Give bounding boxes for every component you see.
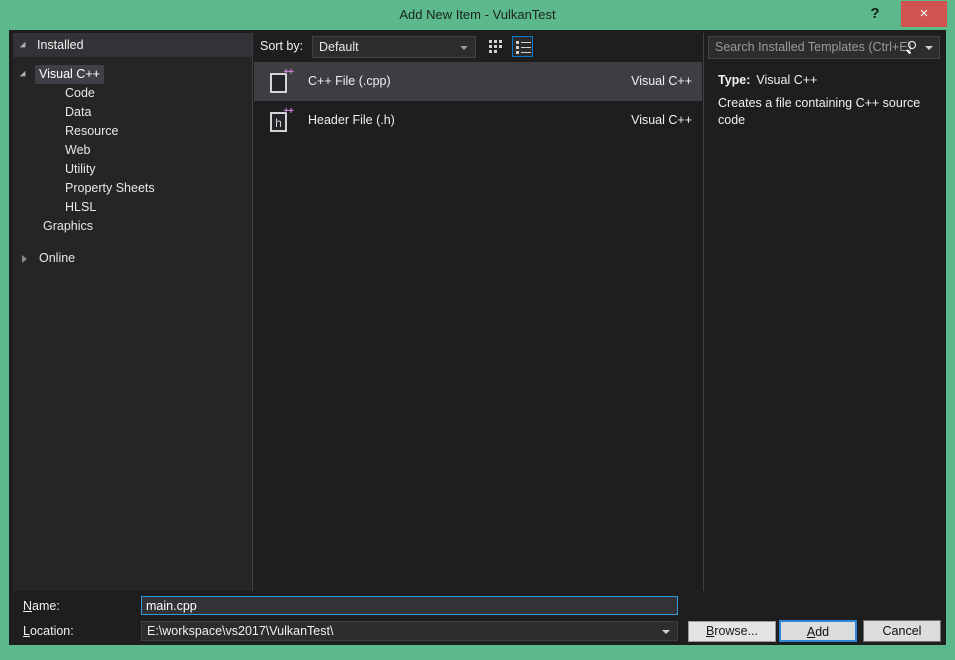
- medium-icons-view-button[interactable]: [486, 36, 507, 57]
- chevron-down-icon: [460, 46, 468, 50]
- location-label-mnemonic: L: [23, 624, 30, 638]
- tree-node-label: Graphics: [43, 219, 94, 233]
- browse-rest: rowse...: [714, 624, 759, 638]
- detail-type-value: Visual C++: [756, 73, 818, 87]
- window-title: Add New Item - VulkanTest: [399, 7, 556, 22]
- tree-node-label: Visual C++: [35, 65, 104, 84]
- expander-closed-icon: [22, 255, 27, 263]
- name-label-rest: ame:: [32, 599, 60, 613]
- tree-node-label: Web: [65, 143, 91, 157]
- tree-node-label: HLSL: [65, 200, 97, 214]
- add-button[interactable]: Add: [779, 620, 857, 642]
- chevron-down-icon: [662, 630, 670, 634]
- medium-icons-view-icon: [489, 40, 504, 53]
- detail-type-row: Type: Visual C++: [718, 73, 817, 87]
- detail-description: Creates a file containing C++ source cod…: [718, 96, 921, 127]
- sort-by-label: Sort by:: [260, 39, 304, 53]
- name-label-mnemonic: N: [23, 599, 33, 613]
- list-view-button[interactable]: [512, 36, 533, 57]
- tree-node-hlsl[interactable]: HLSL: [13, 198, 252, 217]
- template-item-origin: Visual C++: [631, 74, 692, 88]
- expander-open-icon: [19, 70, 29, 80]
- browse-button[interactable]: Browse...: [688, 621, 776, 642]
- tree-header-label: Installed: [37, 38, 84, 52]
- template-list[interactable]: ++ C++ File (.cpp) Visual C++ h ++ Heade…: [254, 62, 702, 591]
- header-file-icon: h ++: [268, 107, 294, 133]
- tree-node-label: Resource: [65, 124, 119, 138]
- dialog-body: Installed Visual C++ Code Data Resource …: [9, 30, 946, 645]
- tree-node-utility[interactable]: Utility: [13, 160, 252, 179]
- add-rest: dd: [815, 625, 830, 639]
- list-view-icon: [516, 41, 531, 54]
- title-bar: Add New Item - VulkanTest ? ×: [0, 0, 955, 30]
- tree-node-visual-cpp[interactable]: Visual C++: [13, 65, 252, 84]
- tree-node-property-sheets[interactable]: Property Sheets: [13, 179, 252, 198]
- tree-header-installed[interactable]: Installed: [13, 33, 252, 57]
- expander-open-icon: [19, 41, 29, 51]
- chevron-down-icon[interactable]: [925, 46, 933, 50]
- template-item-name: C++ File (.cpp): [308, 74, 391, 88]
- templates-panel: Sort by: Default ++ C++ File (.cpp) Visu…: [254, 33, 702, 591]
- detail-type-label: Type:: [718, 73, 751, 87]
- cancel-button[interactable]: Cancel: [863, 620, 941, 642]
- location-value: E:\workspace\vs2017\VulkanTest\: [147, 624, 334, 638]
- tree-node-label: Code: [65, 86, 95, 100]
- tree-node-label: Online: [39, 251, 76, 265]
- tree-node-online[interactable]: Online: [13, 249, 252, 268]
- tree-node-label: Data: [65, 105, 92, 119]
- search-input[interactable]: Search Installed Templates (Ctrl+E): [708, 36, 940, 59]
- search-placeholder: Search Installed Templates (Ctrl+E): [715, 40, 912, 54]
- sort-by-select[interactable]: Default: [312, 36, 476, 58]
- details-panel: Search Installed Templates (Ctrl+E) Type…: [703, 33, 942, 591]
- name-input[interactable]: [141, 596, 678, 615]
- installed-tree-panel: Installed Visual C++ Code Data Resource …: [13, 33, 253, 591]
- add-mnemonic: A: [806, 625, 816, 639]
- template-item-origin: Visual C++: [631, 113, 692, 127]
- tree-node-web[interactable]: Web: [13, 141, 252, 160]
- tree-node-resource[interactable]: Resource: [13, 122, 252, 141]
- templates-toolbar: Sort by: Default: [254, 33, 702, 62]
- template-item-name: Header File (.h): [308, 113, 395, 127]
- template-item-header-file[interactable]: h ++ Header File (.h) Visual C++: [254, 101, 702, 140]
- tree-node-list: Visual C++ Code Data Resource Web Utilit…: [13, 57, 252, 591]
- location-label-rest: ocation:: [29, 624, 74, 638]
- search-icon[interactable]: [906, 41, 919, 55]
- cpp-file-icon: ++: [268, 68, 294, 94]
- tree-node-code[interactable]: Code: [13, 84, 252, 103]
- tree-node-label: Property Sheets: [65, 181, 155, 195]
- help-button[interactable]: ?: [861, 0, 889, 28]
- location-select[interactable]: E:\workspace\vs2017\VulkanTest\: [141, 621, 678, 641]
- tree-node-data[interactable]: Data: [13, 103, 252, 122]
- tree-node-label: Utility: [65, 162, 96, 176]
- name-label: Name:: [23, 599, 60, 613]
- template-item-cpp-file[interactable]: ++ C++ File (.cpp) Visual C++: [254, 62, 702, 101]
- location-label: Location:: [23, 624, 74, 638]
- close-button[interactable]: ×: [901, 1, 947, 27]
- tree-node-graphics[interactable]: Graphics: [13, 217, 252, 236]
- dialog-window: Add New Item - VulkanTest ? × Installed …: [0, 0, 955, 660]
- sort-by-value: Default: [319, 40, 359, 54]
